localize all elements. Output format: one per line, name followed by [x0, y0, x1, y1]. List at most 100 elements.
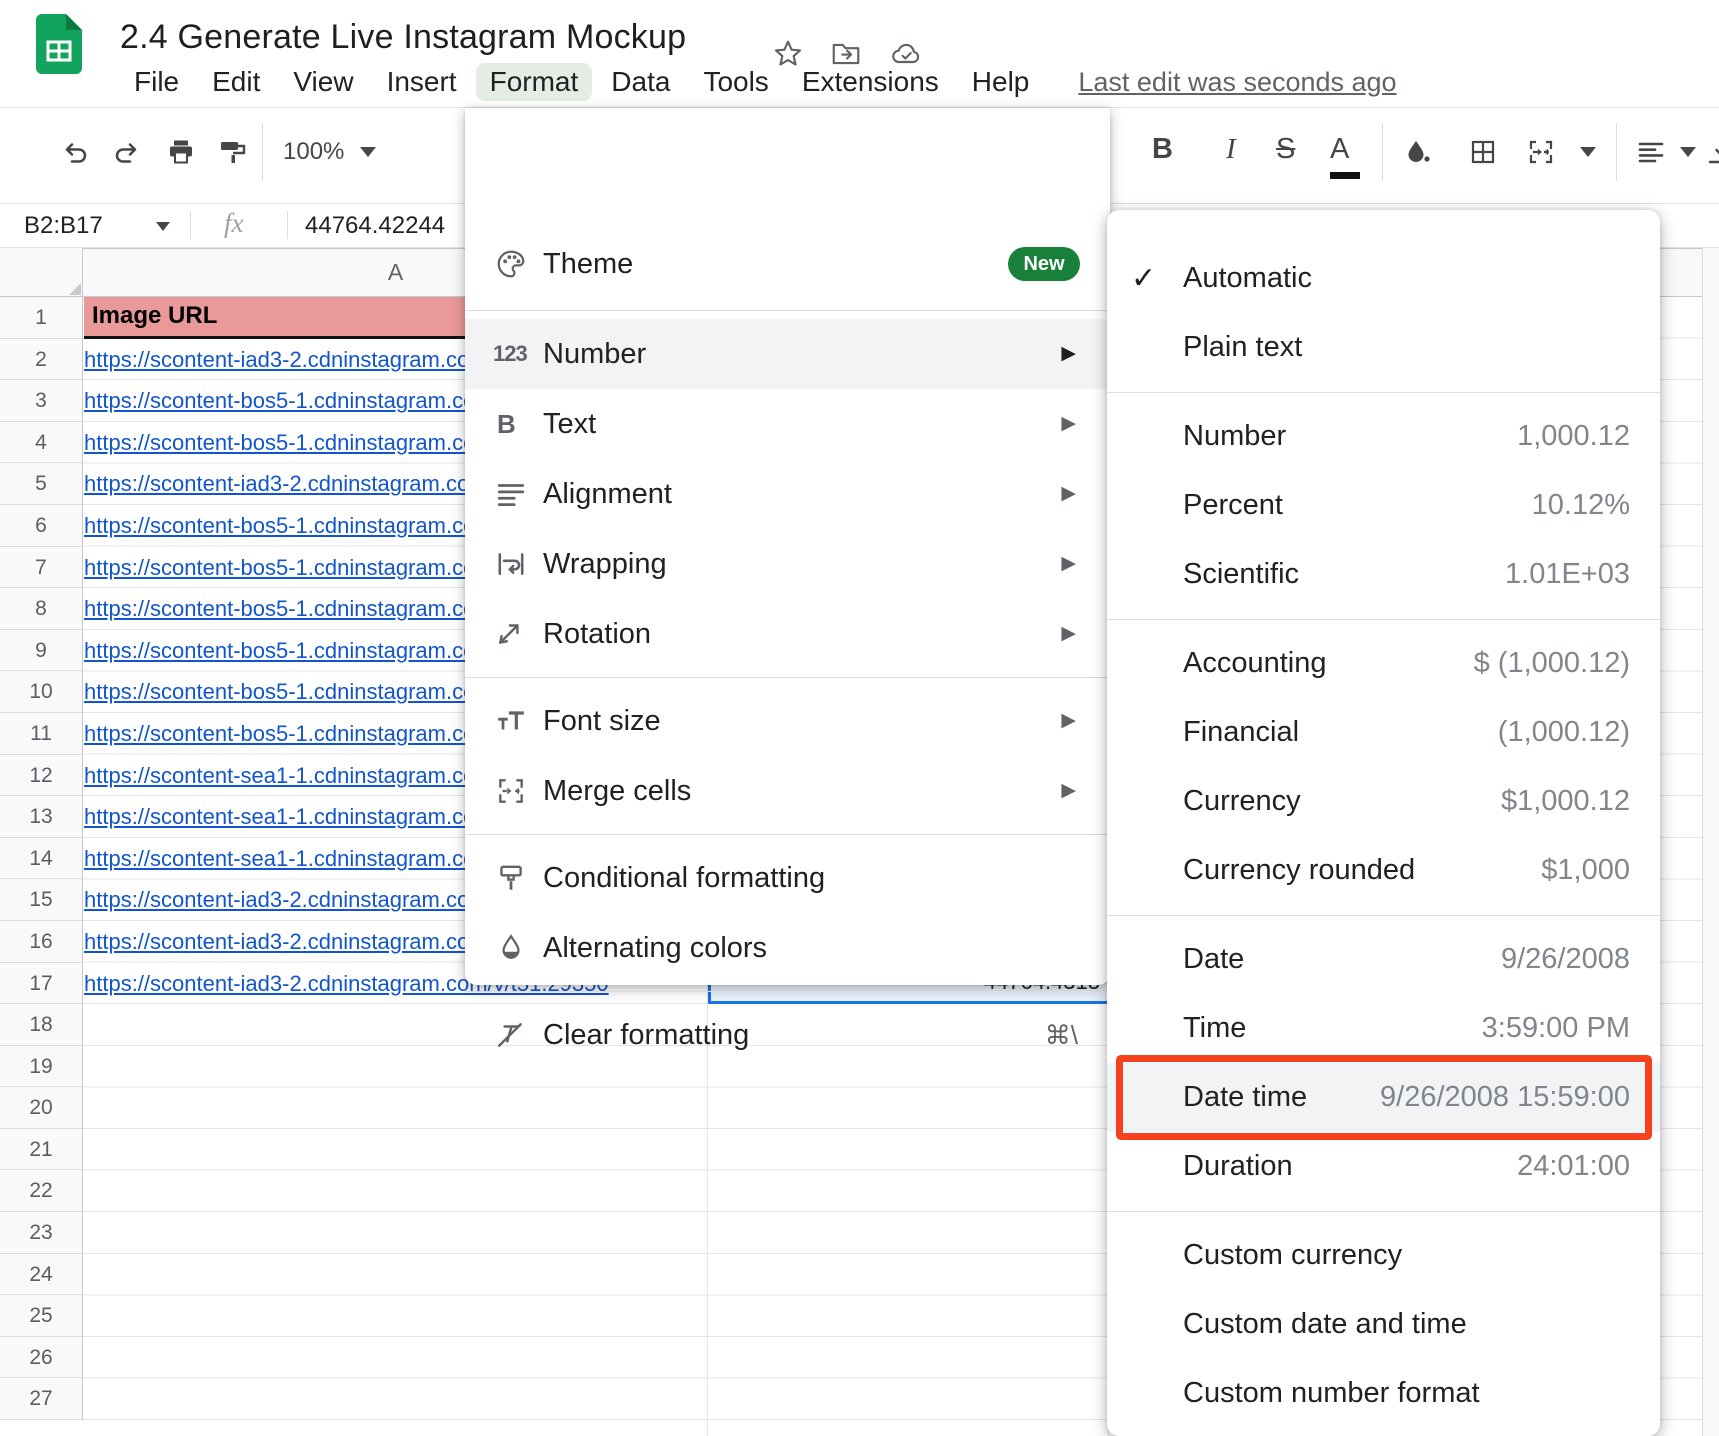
submenu-item-custom-date-and-time[interactable]: Custom date and time	[1107, 1290, 1660, 1359]
menu-view[interactable]: View	[279, 63, 367, 101]
italic-icon[interactable]: I	[1226, 133, 1236, 166]
row-header[interactable]: 13	[0, 796, 82, 838]
row-header[interactable]: 12	[0, 755, 82, 797]
menu-item-wrapping[interactable]: Wrapping ▶	[465, 529, 1110, 599]
row-header[interactable]: 11	[0, 713, 82, 755]
sheets-logo[interactable]	[36, 14, 82, 74]
menu-item-conditional-formatting[interactable]: Conditional formatting	[465, 843, 1110, 913]
submenu-item-currency[interactable]: Currency $1,000.12	[1107, 767, 1660, 836]
row-header[interactable]: 26	[0, 1337, 82, 1379]
horizontal-align-icon[interactable]	[1636, 137, 1666, 167]
submenu-item-plain-text[interactable]: Plain text	[1107, 313, 1660, 382]
row-header[interactable]: 1	[0, 297, 82, 339]
fx-icon: fx	[224, 208, 244, 239]
redo-icon[interactable]	[112, 137, 142, 167]
row-header[interactable]: 14	[0, 838, 82, 880]
merge-cells-icon[interactable]	[1526, 137, 1556, 167]
menu-edit[interactable]: Edit	[198, 63, 274, 101]
submenu-item-time[interactable]: Time 3:59:00 PM	[1107, 994, 1660, 1063]
last-edit-status[interactable]: Last edit was seconds ago	[1078, 67, 1396, 98]
borders-icon[interactable]	[1468, 137, 1498, 167]
row-header[interactable]: 17	[0, 963, 82, 1005]
paint-format-icon[interactable]	[218, 137, 248, 167]
menu-item-alignment[interactable]: Alignment ▶	[465, 459, 1110, 529]
row-header[interactable]: 9	[0, 630, 82, 672]
menu-item-number[interactable]: 123 Number ▶	[465, 319, 1110, 389]
row-header[interactable]: 7	[0, 547, 82, 589]
row-header[interactable]: 5	[0, 463, 82, 505]
row-header[interactable]: 20	[0, 1087, 82, 1129]
font-size-icon	[495, 705, 529, 739]
vertical-scrollbar[interactable]	[1702, 248, 1719, 1436]
strikethrough-icon[interactable]: S	[1276, 133, 1295, 166]
menu-tools[interactable]: Tools	[689, 63, 782, 101]
shortcut-label: ⌘\	[1045, 1000, 1078, 1070]
zoom-caret-icon[interactable]	[360, 147, 376, 157]
name-box-caret-icon[interactable]	[156, 222, 170, 231]
menu-file[interactable]: File	[120, 63, 193, 101]
row-header[interactable]: 16	[0, 921, 82, 963]
menu-item-clear-formatting[interactable]: Clear formatting ⌘\	[465, 1000, 1110, 1070]
row-header[interactable]: 23	[0, 1212, 82, 1254]
format-example: (1,000.12)	[1498, 698, 1630, 767]
menu-format[interactable]: Format	[476, 63, 593, 101]
row-header[interactable]: 19	[0, 1046, 82, 1088]
text-color-icon[interactable]: A	[1330, 133, 1349, 166]
row-header[interactable]: 4	[0, 422, 82, 464]
number-submenu: ✓ Automatic Plain text Number 1,000.12 P…	[1107, 210, 1660, 1436]
undo-icon[interactable]	[60, 137, 90, 167]
submenu-arrow-icon: ▶	[1061, 389, 1076, 459]
document-title[interactable]: 2.4 Generate Live Instagram Mockup	[120, 18, 686, 57]
row-header[interactable]: 27	[0, 1378, 82, 1420]
submenu-item-accounting[interactable]: Accounting $ (1,000.12)	[1107, 629, 1660, 698]
text-color-swatch	[1330, 172, 1360, 179]
submenu-item-currency-rounded[interactable]: Currency rounded $1,000	[1107, 836, 1660, 905]
menu-help[interactable]: Help	[958, 63, 1044, 101]
print-icon[interactable]	[166, 137, 196, 167]
format-example: $1,000	[1541, 836, 1630, 905]
submenu-item-date[interactable]: Date 9/26/2008	[1107, 925, 1660, 994]
row-header[interactable]: 24	[0, 1254, 82, 1296]
formula-bar-value[interactable]: 44764.42244	[305, 212, 463, 240]
row-header[interactable]: 22	[0, 1170, 82, 1212]
menu-item-font-size[interactable]: Font size ▶	[465, 686, 1110, 756]
bold-icon[interactable]: B	[1152, 133, 1173, 166]
align-caret-icon[interactable]	[1680, 147, 1696, 157]
submenu-item-custom-number-format[interactable]: Custom number format	[1107, 1359, 1660, 1428]
menu-item-alternating-colors[interactable]: Alternating colors	[465, 913, 1110, 983]
menu-item-text[interactable]: B Text ▶	[465, 389, 1110, 459]
row-header[interactable]: 15	[0, 879, 82, 921]
submenu-item-scientific[interactable]: Scientific 1.01E+03	[1107, 540, 1660, 609]
row-header[interactable]: 18	[0, 1004, 82, 1046]
row-header[interactable]: 6	[0, 505, 82, 547]
menu-item-rotation[interactable]: Rotation ▶	[465, 599, 1110, 669]
menu-extensions[interactable]: Extensions	[788, 63, 953, 101]
merge-caret-icon[interactable]	[1580, 147, 1596, 157]
menu-data[interactable]: Data	[597, 63, 684, 101]
zoom-level[interactable]: 100%	[283, 138, 344, 166]
menu-insert[interactable]: Insert	[373, 63, 471, 101]
submenu-item-number[interactable]: Number 1,000.12	[1107, 402, 1660, 471]
submenu-item-duration[interactable]: Duration 24:01:00	[1107, 1132, 1660, 1201]
format-example: 1.01E+03	[1505, 540, 1630, 609]
menu-item-theme[interactable]: Theme New	[465, 226, 1110, 302]
row-header[interactable]: 25	[0, 1295, 82, 1337]
format-example: 9/26/2008	[1501, 925, 1630, 994]
submenu-item-financial[interactable]: Financial (1,000.12)	[1107, 698, 1660, 767]
fill-color-icon[interactable]	[1402, 137, 1432, 167]
vertical-align-icon[interactable]	[1706, 137, 1719, 167]
row-header[interactable]: 10	[0, 671, 82, 713]
row-header[interactable]: 3	[0, 380, 82, 422]
highlight-annotation-box	[1116, 1055, 1652, 1140]
corner-triangle-icon	[69, 283, 81, 295]
new-badge: New	[1008, 247, 1080, 281]
submenu-item-custom-currency[interactable]: Custom currency	[1107, 1221, 1660, 1290]
menu-item-merge-cells[interactable]: Merge cells ▶	[465, 756, 1110, 826]
name-box[interactable]: B2:B17	[24, 212, 103, 240]
submenu-item-automatic[interactable]: ✓ Automatic	[1107, 244, 1660, 313]
row-header[interactable]: 2	[0, 339, 82, 381]
row-header[interactable]: 8	[0, 588, 82, 630]
row-header[interactable]: 21	[0, 1129, 82, 1171]
submenu-item-percent[interactable]: Percent 10.12%	[1107, 471, 1660, 540]
text-wrap-icon	[495, 548, 529, 582]
